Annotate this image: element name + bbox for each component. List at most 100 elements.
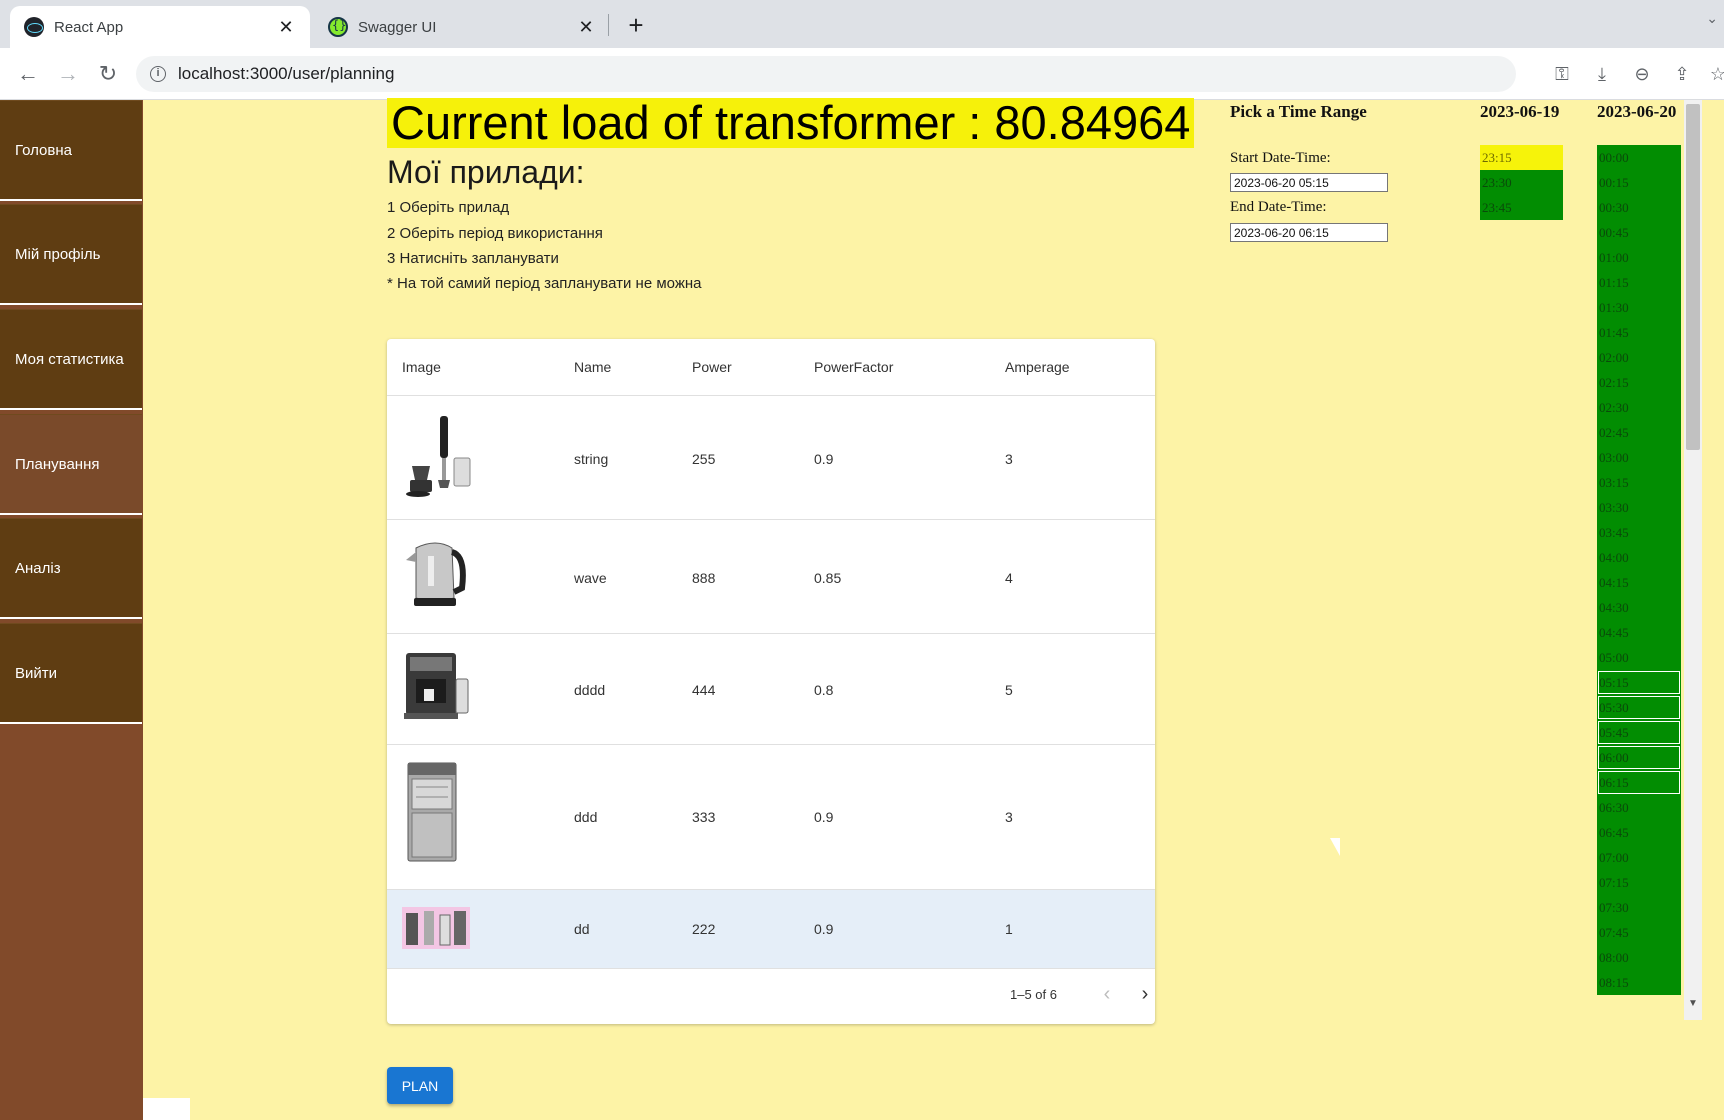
start-datetime-input[interactable]: [1230, 173, 1388, 192]
time-slot[interactable]: 03:15: [1597, 470, 1681, 495]
time-slot[interactable]: 01:30: [1597, 295, 1681, 320]
device-power-factor: 0.9: [814, 809, 834, 825]
time-slot[interactable]: 07:15: [1597, 870, 1681, 895]
column-header-amperage[interactable]: Amperage: [1005, 359, 1070, 375]
time-slot[interactable]: 01:45: [1597, 320, 1681, 345]
reload-icon[interactable]: ↻: [94, 60, 122, 88]
time-slot[interactable]: 06:00: [1597, 745, 1681, 770]
time-slot[interactable]: 07:30: [1597, 895, 1681, 920]
table-row[interactable]: dd 222 0.9 1: [387, 890, 1155, 969]
zoom-icon[interactable]: ⊖: [1630, 62, 1654, 86]
sidebar-item-analysis[interactable]: Аналіз: [0, 518, 142, 619]
time-slot[interactable]: 01:15: [1597, 270, 1681, 295]
time-slot[interactable]: 02:15: [1597, 370, 1681, 395]
time-slot[interactable]: 05:30: [1597, 695, 1681, 720]
url-text: localhost:3000/user/planning: [178, 64, 395, 83]
time-slot[interactable]: 00:30: [1597, 195, 1681, 220]
time-slot[interactable]: 01:00: [1597, 245, 1681, 270]
info-icon[interactable]: i: [150, 66, 166, 82]
time-slot[interactable]: 05:00: [1597, 645, 1681, 670]
time-slot[interactable]: 06:15: [1597, 770, 1681, 795]
close-icon[interactable]: ✕: [276, 17, 296, 38]
time-range-title: Pick a Time Range: [1230, 102, 1367, 121]
time-slot[interactable]: 00:00: [1597, 145, 1681, 170]
table-row[interactable]: string 255 0.9 3: [387, 396, 1155, 520]
sidebar-item-label: Аналіз: [15, 559, 61, 577]
tab-search-chevron-icon[interactable]: ⌄: [1706, 10, 1718, 27]
share-icon[interactable]: ⇪: [1670, 62, 1694, 86]
sidebar-item-planning[interactable]: Планування: [0, 414, 142, 515]
back-arrow-icon[interactable]: ←: [14, 60, 42, 88]
time-slot[interactable]: 04:30: [1597, 595, 1681, 620]
device-amperage: 3: [1005, 809, 1013, 825]
hand-blender-image: [406, 416, 471, 497]
bookmark-star-icon[interactable]: ☆: [1706, 62, 1724, 86]
devices-table: Image Name Power PowerFactor Amperage st…: [387, 339, 1155, 1024]
device-name: dd: [574, 921, 590, 937]
column-header-powerfactor[interactable]: PowerFactor: [814, 359, 893, 375]
table-row[interactable]: wave 888 0.85 4: [387, 520, 1155, 634]
scroll-down-arrow-icon[interactable]: ▼: [1684, 998, 1702, 1009]
time-slot[interactable]: 03:45: [1597, 520, 1681, 545]
sidebar-item-home[interactable]: Головна: [0, 100, 142, 201]
table-row[interactable]: dddd 444 0.8 5: [387, 634, 1155, 745]
sidebar-item-label: Головна: [15, 141, 72, 159]
address-bar[interactable]: i localhost:3000/user/planning: [136, 56, 1516, 92]
sidebar-item-logout[interactable]: Вийти: [0, 623, 142, 724]
new-tab-icon[interactable]: +: [622, 10, 650, 41]
time-slot-current[interactable]: 23:15: [1480, 145, 1563, 170]
tab-swagger-ui[interactable]: Swagger UI ✕: [314, 6, 610, 48]
time-slot[interactable]: 08:00: [1597, 945, 1681, 970]
time-slot[interactable]: 03:00: [1597, 445, 1681, 470]
time-slot[interactable]: 07:00: [1597, 845, 1681, 870]
sidebar-item-profile[interactable]: Мій профіль: [0, 204, 142, 305]
time-slot[interactable]: 05:15: [1597, 670, 1681, 695]
time-slot[interactable]: 06:30: [1597, 795, 1681, 820]
forward-arrow-icon[interactable]: →: [54, 60, 82, 88]
sidebar: Головна Мій профіль Моя статистика Плану…: [0, 100, 143, 1120]
device-power-factor: 0.9: [814, 451, 834, 467]
device-power: 888: [692, 570, 716, 586]
time-slot[interactable]: 00:15: [1597, 170, 1681, 195]
previous-page-icon[interactable]: ‹: [1095, 983, 1119, 1006]
device-power: 222: [692, 921, 716, 937]
device-power: 444: [692, 682, 716, 698]
time-slot[interactable]: 00:45: [1597, 220, 1681, 245]
scrollbar-thumb[interactable]: [1686, 104, 1700, 450]
table-row[interactable]: ddd 333 0.9 3: [387, 745, 1155, 890]
time-slot[interactable]: 04:15: [1597, 570, 1681, 595]
device-name: ddd: [574, 809, 598, 825]
column-header-image[interactable]: Image: [402, 359, 441, 375]
tab-react-app[interactable]: React App ✕: [10, 6, 310, 48]
time-slot[interactable]: 23:45: [1480, 195, 1563, 220]
install-icon[interactable]: ⤓: [1590, 62, 1614, 86]
day-header: 2023-06-19: [1480, 102, 1560, 121]
plan-button[interactable]: PLAN: [387, 1067, 453, 1104]
sidebar-footer-block: [143, 1098, 190, 1120]
next-page-icon[interactable]: ›: [1133, 983, 1155, 1006]
column-header-name[interactable]: Name: [574, 359, 611, 375]
key-icon[interactable]: ⚿: [1550, 62, 1574, 86]
time-slot[interactable]: 04:45: [1597, 620, 1681, 645]
time-slot[interactable]: 02:45: [1597, 420, 1681, 445]
time-slot[interactable]: 05:45: [1597, 720, 1681, 745]
time-slot[interactable]: 07:45: [1597, 920, 1681, 945]
time-slot[interactable]: 04:00: [1597, 545, 1681, 570]
time-slot[interactable]: 06:45: [1597, 820, 1681, 845]
mouse-cursor-icon: [1330, 838, 1340, 856]
time-slot[interactable]: 02:30: [1597, 395, 1681, 420]
table-header: Image Name Power PowerFactor Amperage: [387, 339, 1155, 396]
tab-title: Swagger UI: [358, 18, 437, 36]
time-slot[interactable]: 08:15: [1597, 970, 1681, 995]
instruction-line: 1 Оберіть прилад: [387, 199, 510, 216]
device-power: 255: [692, 451, 716, 467]
end-datetime-input[interactable]: [1230, 223, 1388, 242]
sidebar-item-statistics[interactable]: Моя статистика: [0, 309, 142, 410]
time-slot[interactable]: 03:30: [1597, 495, 1681, 520]
device-power-factor: 0.9: [814, 921, 834, 937]
time-slot[interactable]: 23:30: [1480, 170, 1563, 195]
device-power-factor: 0.8: [814, 682, 834, 698]
close-icon[interactable]: ✕: [576, 17, 596, 38]
column-header-power[interactable]: Power: [692, 359, 732, 375]
time-slot[interactable]: 02:00: [1597, 345, 1681, 370]
